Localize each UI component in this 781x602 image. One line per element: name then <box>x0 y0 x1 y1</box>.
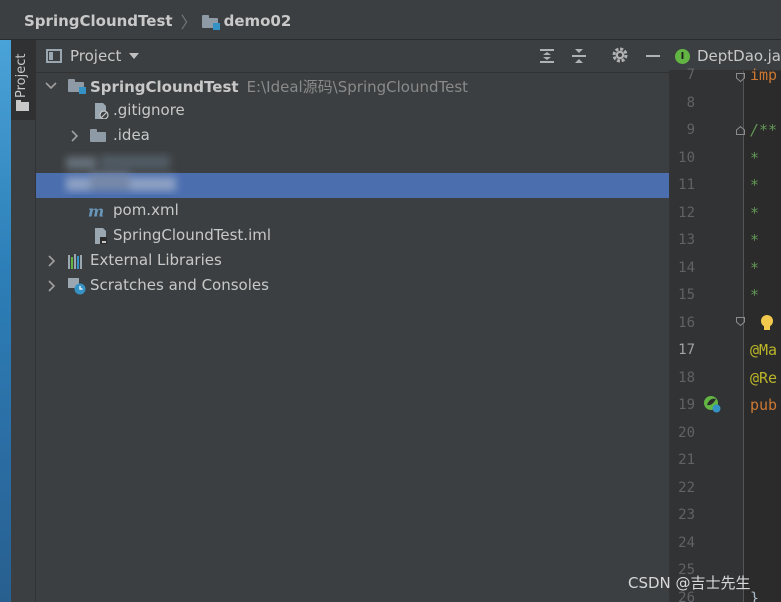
line-number: 9 <box>686 122 695 138</box>
module-folder-icon <box>68 79 86 94</box>
navigation-bar: SpringCloundTest 〉 demo02 <box>0 0 781 40</box>
code-line-11[interactable]: * <box>750 172 759 199</box>
module-folder-icon <box>201 14 220 30</box>
line-number: 20 <box>678 425 695 441</box>
ignored-file-icon <box>95 103 109 119</box>
module-file-icon <box>95 228 107 244</box>
code-line-12[interactable]: * <box>750 200 759 227</box>
tree-item-scratches-label: Scratches and Consoles <box>90 276 269 294</box>
scratches-icon <box>68 278 86 295</box>
code-editor: I DeptDao.ja 7 8 9 10 11 12 13 14 15 16 … <box>669 40 781 602</box>
tree-item-pom-label: pom.xml <box>113 201 179 219</box>
line-number: 24 <box>678 535 695 551</box>
project-panel-header: Project <box>36 40 669 73</box>
line-number: 8 <box>686 95 695 111</box>
code-line-10[interactable]: * <box>750 145 759 172</box>
tree-item-external-libraries-label: External Libraries <box>90 251 222 269</box>
fold-marker-icon[interactable] <box>736 126 745 135</box>
line-number: 7 <box>686 67 695 83</box>
tree-item-pom[interactable]: m pom.xml <box>36 198 669 223</box>
breadcrumb-separator-icon: 〉 <box>180 13 197 32</box>
tree-item-scratches[interactable]: Scratches and Consoles <box>36 273 669 298</box>
watermark: CSDN @吉士先生 <box>628 574 751 592</box>
code-line-26[interactable]: } <box>750 585 759 602</box>
line-number: 23 <box>678 507 695 523</box>
collapse-all-icon[interactable] <box>570 47 588 65</box>
tree-item-gitignore[interactable]: .gitignore <box>36 98 669 123</box>
current-line-number: 17 <box>678 342 695 358</box>
code-line-14[interactable]: * <box>750 255 759 282</box>
chevron-right-icon[interactable] <box>44 273 58 298</box>
project-tool-tab-label: Project <box>14 53 29 98</box>
code-line-13[interactable]: * <box>750 227 759 254</box>
line-number: 14 <box>678 260 695 276</box>
line-number: 21 <box>678 452 695 468</box>
code-line-7[interactable]: imp <box>750 62 777 89</box>
desktop-background-strip <box>0 40 11 602</box>
redacted-item-blur <box>66 155 176 191</box>
project-panel: Project SpringCloundTest E:\Ideal源码\Spri… <box>36 40 669 602</box>
line-number: 19 <box>678 397 695 413</box>
tree-item-iml[interactable]: SpringCloundTest.iml <box>36 223 669 248</box>
tree-item-iml-label: SpringCloundTest.iml <box>113 226 272 244</box>
minimize-icon[interactable] <box>644 47 662 65</box>
code-line-9[interactable]: /** <box>750 117 777 144</box>
breadcrumb-project[interactable]: SpringCloundTest <box>24 12 173 30</box>
maven-icon: m <box>88 203 104 219</box>
line-number: 16 <box>678 315 695 331</box>
line-number: 18 <box>678 370 695 386</box>
code-line-17[interactable]: @Ma <box>750 337 777 364</box>
root-path: E:\Ideal源码\SpringCloundTest <box>246 78 469 96</box>
folder-icon <box>16 100 29 111</box>
line-number: 10 <box>678 150 695 166</box>
fold-marker-icon[interactable] <box>736 73 745 82</box>
code-line-15[interactable]: * <box>750 282 759 309</box>
tree-item-root-label: SpringCloundTest E:\Ideal源码\SpringCloundT… <box>90 76 468 97</box>
expand-all-icon[interactable] <box>538 47 556 65</box>
chevron-down-icon[interactable] <box>44 73 58 98</box>
lightbulb-icon[interactable] <box>759 314 775 332</box>
gear-icon[interactable] <box>611 46 629 64</box>
tree-item-idea[interactable]: .idea <box>36 123 669 148</box>
spring-bean-icon[interactable] <box>702 394 722 414</box>
line-number: 13 <box>678 232 695 248</box>
tree-item-idea-label: .idea <box>113 126 150 144</box>
line-number: 11 <box>678 177 695 193</box>
line-number: 22 <box>678 480 695 496</box>
svg-text:m: m <box>88 203 104 219</box>
breadcrumb: SpringCloundTest 〉 demo02 <box>24 11 292 32</box>
breadcrumb-module[interactable]: demo02 <box>224 12 292 30</box>
chevron-right-icon[interactable] <box>67 123 81 148</box>
tree-item-external-libraries[interactable]: External Libraries <box>36 248 669 273</box>
project-panel-title: Project <box>70 47 122 65</box>
chevron-down-icon <box>129 53 140 59</box>
chevron-right-icon[interactable] <box>44 248 58 273</box>
line-number: 12 <box>678 205 695 221</box>
root-name: SpringCloundTest <box>90 78 239 96</box>
library-icon <box>68 254 82 269</box>
project-tree: SpringCloundTest E:\Ideal源码\SpringCloundT… <box>36 73 669 602</box>
code-line-19[interactable]: pub <box>750 392 777 419</box>
tree-item-root[interactable]: SpringCloundTest E:\Ideal源码\SpringCloundT… <box>36 73 669 98</box>
project-window-icon <box>46 49 62 63</box>
tree-item-gitignore-label: .gitignore <box>113 101 185 119</box>
project-tool-tab[interactable]: Project <box>11 40 35 120</box>
project-view-selector[interactable]: Project <box>46 47 140 65</box>
folder-icon <box>90 129 106 142</box>
gutter-divider <box>743 71 744 602</box>
tool-window-strip: Project <box>11 40 36 602</box>
fold-marker-icon[interactable] <box>736 317 745 326</box>
line-number: 15 <box>678 287 695 303</box>
code-line-18[interactable]: @Re <box>750 365 777 392</box>
